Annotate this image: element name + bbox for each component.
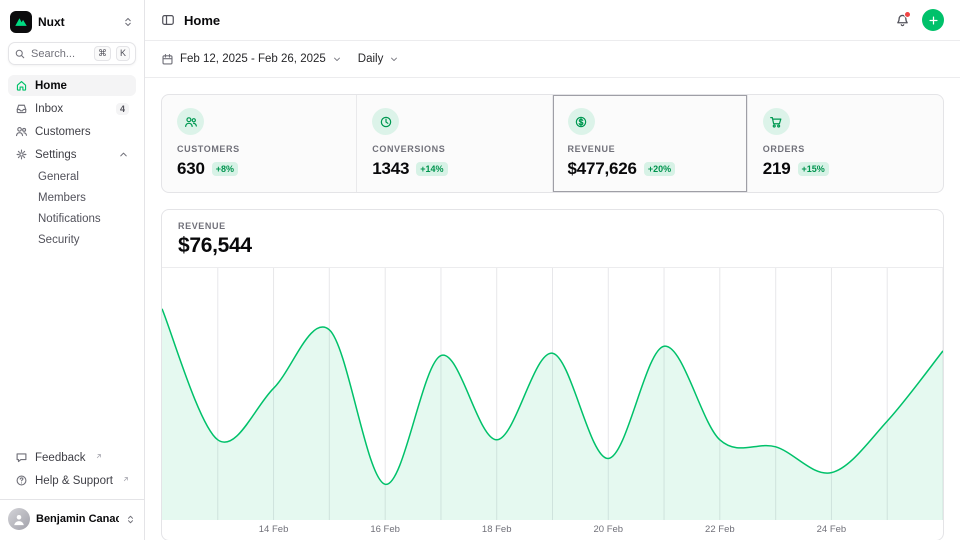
sidebar-item-settings[interactable]: Settings <box>8 144 136 165</box>
stat-value: 630 <box>177 159 205 179</box>
date-range-picker[interactable]: Feb 12, 2025 - Feb 26, 2025 <box>161 53 342 66</box>
sidebar-nav: Home Inbox 4 Customers Settings General … <box>8 75 136 251</box>
stat-label: REVENUE <box>568 144 732 154</box>
stat-trend-badge: +20% <box>644 162 675 176</box>
sidebar-item-label: Home <box>35 80 67 92</box>
stat-card-orders[interactable]: ORDERS 219 +15% <box>748 95 943 192</box>
filter-toolbar: Feb 12, 2025 - Feb 26, 2025 Daily <box>145 41 960 78</box>
stat-card-conversions[interactable]: CONVERSIONS 1343 +14% <box>357 95 552 192</box>
avatar <box>8 508 30 530</box>
clock-icon <box>372 108 399 135</box>
main-panel: Home Feb 12, 2025 - Feb 26, 2025 Daily <box>145 0 960 540</box>
inbox-count-badge: 4 <box>116 103 129 115</box>
notifications-button[interactable] <box>895 13 910 28</box>
sidebar: Nuxt Search... ⌘ K Home Inbox 4 <box>0 0 145 540</box>
message-icon <box>15 451 28 464</box>
user-menu[interactable]: Benjamin Canac <box>0 499 144 532</box>
external-link-icon <box>122 475 130 483</box>
sidebar-collapse-button[interactable] <box>161 13 175 27</box>
chevron-up-icon <box>118 149 129 160</box>
sidebar-item-home[interactable]: Home <box>8 75 136 96</box>
kbd-k: K <box>116 46 130 61</box>
home-icon <box>15 79 28 92</box>
stat-trend-badge: +15% <box>798 162 829 176</box>
stat-value: $477,626 <box>568 159 637 179</box>
x-tick-label: 24 Feb <box>817 524 847 535</box>
stat-card-revenue[interactable]: REVENUE $477,626 +20% <box>553 95 748 192</box>
sidebar-spacer <box>8 251 136 447</box>
chart-title: REVENUE <box>178 221 927 231</box>
add-button[interactable] <box>922 9 944 31</box>
x-tick-label: 18 Feb <box>482 524 512 535</box>
user-name: Benjamin Canac <box>36 513 119 525</box>
stat-label: CUSTOMERS <box>177 144 341 154</box>
top-header: Home <box>145 0 960 41</box>
search-input[interactable]: Search... ⌘ K <box>8 42 136 65</box>
sidebar-item-label: Help & Support <box>35 475 113 487</box>
interval-value: Daily <box>358 53 384 65</box>
stat-trend-badge: +14% <box>416 162 447 176</box>
sidebar-subitem-notifications[interactable]: Notifications <box>8 209 136 229</box>
sidebar-subitem-members[interactable]: Members <box>8 188 136 208</box>
notification-dot <box>904 11 911 18</box>
dashboard-content: CUSTOMERS 630 +8% CONVERSIONS 1343 +14% <box>145 78 960 540</box>
external-link-icon <box>95 452 103 460</box>
stat-trend-badge: +8% <box>212 162 238 176</box>
workspace-switcher[interactable]: Nuxt <box>8 8 136 42</box>
sidebar-item-label: Feedback <box>35 452 86 464</box>
help-circle-icon <box>15 474 28 487</box>
revenue-chart-card: REVENUE $76,544 14 Feb 16 Feb 18 Feb 20 Feb… <box>161 209 944 540</box>
chevron-updown-icon <box>125 514 136 525</box>
chevron-updown-icon <box>122 16 134 28</box>
chart-header: REVENUE $76,544 <box>162 210 943 268</box>
x-tick-label: 22 Feb <box>705 524 735 535</box>
stat-label: ORDERS <box>763 144 928 154</box>
x-tick-label: 20 Feb <box>593 524 623 535</box>
page-title: Home <box>184 13 220 28</box>
dollar-circle-icon <box>568 108 595 135</box>
calendar-icon <box>161 53 174 66</box>
chart-canvas <box>162 268 943 520</box>
sidebar-item-inbox[interactable]: Inbox 4 <box>8 98 136 119</box>
nuxt-logo-icon <box>10 11 32 33</box>
cart-icon <box>763 108 790 135</box>
stat-label: CONVERSIONS <box>372 144 536 154</box>
revenue-area-chart[interactable] <box>162 268 943 520</box>
x-tick-label: 14 Feb <box>259 524 289 535</box>
sidebar-item-label: Inbox <box>35 103 63 115</box>
stat-value: 1343 <box>372 159 409 179</box>
kbd-cmd: ⌘ <box>94 46 111 61</box>
stat-card-customers[interactable]: CUSTOMERS 630 +8% <box>162 95 357 192</box>
x-tick-label: 16 Feb <box>370 524 400 535</box>
search-icon <box>14 48 26 60</box>
gear-icon <box>15 148 28 161</box>
sidebar-subitem-general[interactable]: General <box>8 167 136 187</box>
chart-big-value: $76,544 <box>178 234 927 258</box>
stat-value: 219 <box>763 159 791 179</box>
date-range-value: Feb 12, 2025 - Feb 26, 2025 <box>180 53 326 65</box>
stats-row: CUSTOMERS 630 +8% CONVERSIONS 1343 +14% <box>161 94 944 193</box>
users-icon <box>177 108 204 135</box>
sidebar-subitem-security[interactable]: Security <box>8 230 136 250</box>
sidebar-item-feedback[interactable]: Feedback <box>8 447 136 468</box>
sidebar-item-help-support[interactable]: Help & Support <box>8 470 136 491</box>
interval-select[interactable]: Daily <box>358 53 400 65</box>
users-icon <box>15 125 28 138</box>
inbox-icon <box>15 102 28 115</box>
sidebar-item-customers[interactable]: Customers <box>8 121 136 142</box>
chart-x-axis: 14 Feb 16 Feb 18 Feb 20 Feb 22 Feb 24 Feb <box>162 520 943 540</box>
sidebar-item-label: Customers <box>35 126 91 138</box>
search-placeholder: Search... <box>31 48 89 60</box>
sidebar-item-label: Settings <box>35 149 77 161</box>
chevron-down-icon <box>332 54 342 64</box>
chevron-down-icon <box>389 54 399 64</box>
workspace-name: Nuxt <box>38 15 116 29</box>
